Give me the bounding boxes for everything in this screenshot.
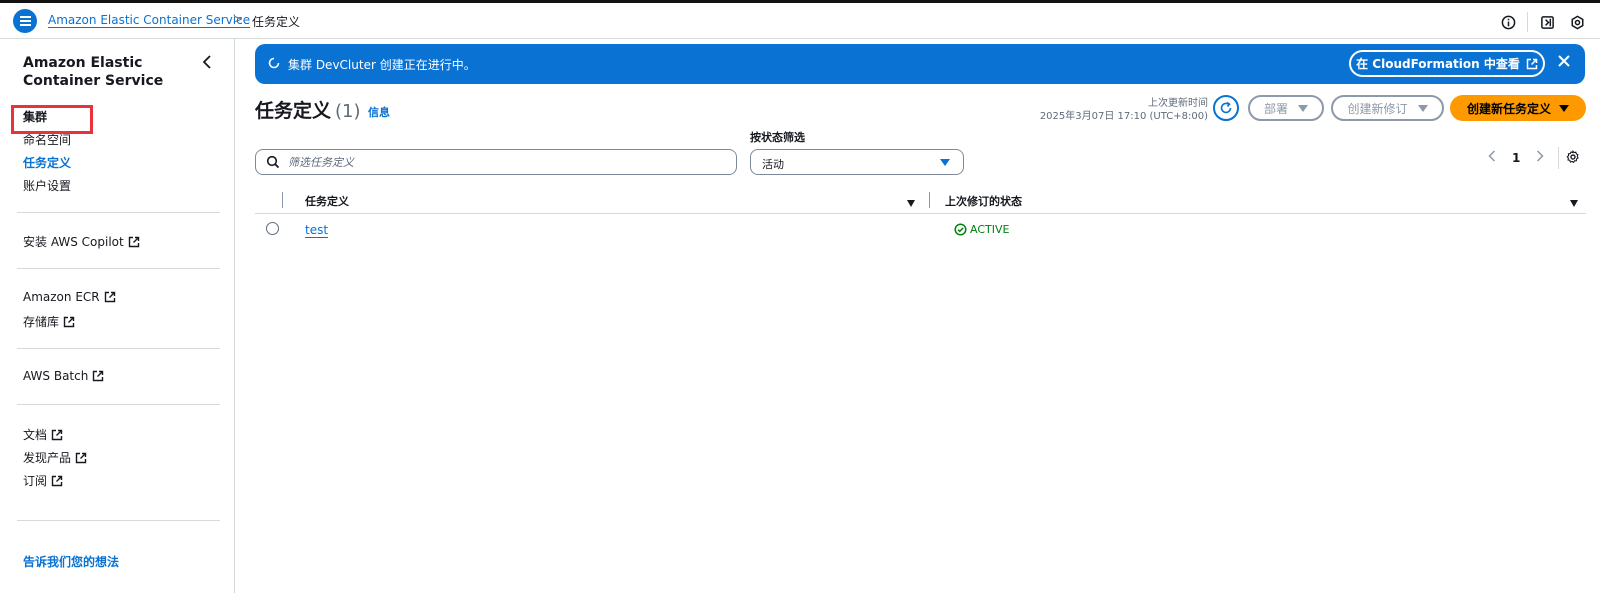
create-revision-label: 创建新修订 bbox=[1347, 101, 1408, 116]
menu-icon[interactable] bbox=[13, 9, 37, 33]
collapse-icon[interactable] bbox=[202, 55, 212, 72]
page-number[interactable]: 1 bbox=[1512, 151, 1520, 165]
settings-icon[interactable] bbox=[1568, 13, 1586, 31]
pagination-divider bbox=[1558, 147, 1559, 169]
sort-icon[interactable] bbox=[1570, 196, 1578, 210]
sidebar-divider bbox=[17, 404, 220, 405]
sidebar-divider bbox=[17, 268, 220, 269]
search-box bbox=[255, 149, 737, 175]
pagination: 1 bbox=[1488, 150, 1544, 165]
sidebar-divider bbox=[17, 212, 220, 213]
refresh-button[interactable] bbox=[1213, 95, 1239, 121]
sidebar-item-label: Amazon ECR bbox=[23, 290, 100, 304]
last-updated-time: 2025年3月07日 17:10 (UTC+8:00) bbox=[1039, 111, 1208, 122]
feedback-link[interactable]: 告诉我们您的想法 bbox=[23, 553, 119, 570]
sort-icon[interactable] bbox=[907, 196, 915, 210]
page-count: (1) bbox=[335, 101, 361, 122]
highlight-annotation bbox=[11, 105, 93, 134]
next-page-icon[interactable] bbox=[1536, 150, 1544, 165]
table-header: 任务定义 上次修订的状态 bbox=[255, 186, 1586, 214]
sidebar-item-label: 账户设置 bbox=[23, 179, 72, 193]
sidebar-item-task-definitions[interactable]: 任务定义 bbox=[23, 154, 71, 171]
sidebar-item-install-copilot[interactable]: 安装 AWS Copilot bbox=[23, 233, 140, 250]
task-definition-link[interactable]: test bbox=[305, 223, 328, 237]
external-link-icon bbox=[128, 236, 139, 247]
caret-down-icon bbox=[1417, 104, 1428, 112]
flash-message: 集群 DevCluter 创建正在进行中。 bbox=[288, 58, 476, 72]
column-header-task-definition[interactable]: 任务定义 bbox=[305, 193, 349, 209]
row-select-radio[interactable] bbox=[266, 222, 279, 235]
top-icon-group bbox=[1499, 12, 1586, 32]
external-link-icon bbox=[104, 291, 115, 303]
success-icon bbox=[954, 223, 967, 236]
caret-down-icon bbox=[940, 159, 950, 166]
spinner-icon bbox=[268, 57, 280, 72]
caret-down-icon bbox=[1298, 104, 1308, 112]
caret-down-icon bbox=[1559, 104, 1569, 112]
sidebar-item-label: 安装 AWS Copilot bbox=[23, 235, 124, 249]
page-title: 任务定义 (1) bbox=[255, 96, 361, 123]
column-header-last-revision-status[interactable]: 上次修订的状态 bbox=[945, 193, 1022, 209]
external-link-icon bbox=[51, 475, 63, 486]
sidebar-divider bbox=[17, 348, 220, 349]
page-title-text: 任务定义 bbox=[255, 100, 332, 122]
sidebar-item-label: 存储库 bbox=[23, 315, 60, 329]
top-navigation-bar: Amazon Elastic Container Service > 任务定义 bbox=[0, 0, 1600, 39]
status-filter-select[interactable]: 活动 bbox=[750, 149, 964, 175]
previous-page-icon[interactable] bbox=[1488, 150, 1496, 165]
external-link-icon bbox=[75, 452, 87, 463]
status-filter-label: 按状态筛选 bbox=[750, 131, 805, 144]
sidebar-item-account-settings[interactable]: 账户设置 bbox=[23, 177, 71, 194]
breadcrumb-current: 任务定义 bbox=[252, 15, 301, 29]
external-link-icon bbox=[93, 370, 104, 382]
status-text: ACTIVE bbox=[970, 223, 1010, 236]
status-badge: ACTIVE bbox=[954, 223, 1009, 236]
deploy-button[interactable]: 部署 bbox=[1248, 95, 1324, 121]
sidebar-item-label: 文档 bbox=[23, 428, 48, 442]
create-label: 创建新任务定义 bbox=[1466, 101, 1551, 116]
create-revision-button[interactable]: 创建新修订 bbox=[1331, 95, 1444, 121]
external-link-icon bbox=[1526, 58, 1538, 69]
sidebar-item-label: 订阅 bbox=[23, 474, 48, 488]
info-icon[interactable] bbox=[1499, 13, 1517, 31]
search-icon bbox=[266, 155, 280, 172]
sidebar-item-repositories[interactable]: 存储库 bbox=[23, 313, 75, 330]
view-in-cloudformation-button[interactable]: 在 CloudFormation 中查看 bbox=[1349, 50, 1545, 77]
flash-button-label: 在 CloudFormation 中查看 bbox=[1356, 57, 1520, 71]
column-separator[interactable] bbox=[929, 192, 930, 208]
search-input[interactable] bbox=[288, 150, 728, 174]
sidebar-item-docs[interactable]: 文档 bbox=[23, 426, 63, 443]
sidebar-item-subscriptions[interactable]: 订阅 bbox=[23, 472, 63, 489]
sidebar-item-discover-products[interactable]: 发现产品 bbox=[23, 449, 87, 466]
sidebar-divider bbox=[17, 520, 220, 521]
info-link[interactable]: 信息 bbox=[368, 104, 390, 120]
sidebar-item-aws-batch[interactable]: AWS Batch bbox=[23, 369, 104, 383]
create-task-definition-button[interactable]: 创建新任务定义 bbox=[1450, 95, 1586, 121]
status-filter-value: 活动 bbox=[762, 158, 784, 171]
external-link-icon bbox=[63, 316, 75, 327]
refresh-icon bbox=[1220, 101, 1232, 114]
breadcrumb-separator: > bbox=[233, 12, 244, 26]
table-settings-icon[interactable] bbox=[1566, 149, 1580, 167]
column-separator bbox=[282, 192, 283, 208]
breadcrumb-service-link[interactable]: Amazon Elastic Container Service bbox=[48, 13, 250, 27]
close-icon[interactable] bbox=[1557, 54, 1571, 71]
flash-banner: 集群 DevCluter 创建正在进行中。 在 CloudFormation 中… bbox=[255, 44, 1585, 84]
top-divider bbox=[1527, 12, 1528, 32]
external-link-icon bbox=[51, 429, 63, 440]
sidebar-item-label: 任务定义 bbox=[23, 156, 72, 170]
notifications-icon[interactable] bbox=[1538, 13, 1556, 31]
table-row: test ACTIVE bbox=[255, 216, 1586, 244]
sidebar-item-amazon-ecr[interactable]: Amazon ECR bbox=[23, 290, 116, 304]
deploy-label: 部署 bbox=[1263, 101, 1288, 116]
sidebar-item-label: AWS Batch bbox=[23, 369, 89, 383]
sidebar-title: Amazon Elastic Container Service bbox=[23, 55, 164, 89]
sidebar-item-label: 发现产品 bbox=[23, 451, 72, 465]
